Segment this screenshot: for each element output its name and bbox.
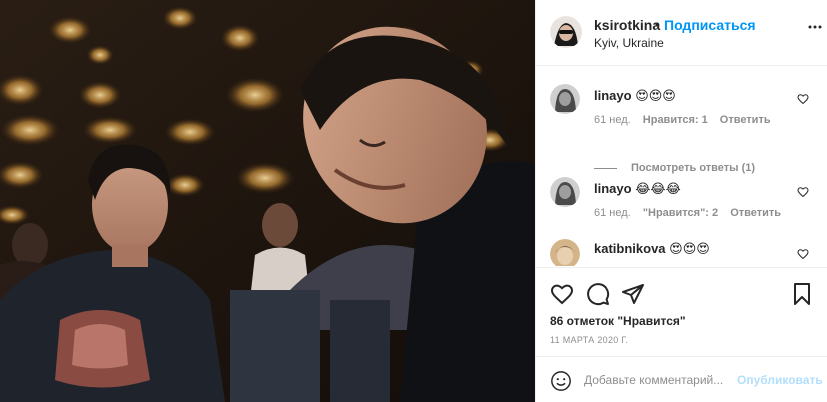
share-icon[interactable] bbox=[621, 282, 645, 306]
post-date[interactable]: 11 МАРТА 2020 Г. bbox=[550, 335, 628, 345]
likes-count[interactable]: 86 отметок "Нравится" bbox=[550, 314, 686, 328]
comment-input[interactable] bbox=[584, 368, 734, 392]
comment-icon[interactable] bbox=[586, 282, 610, 306]
replies-divider bbox=[594, 167, 617, 169]
add-comment-bar: Опубликовать bbox=[536, 356, 827, 402]
comment-username-text[interactable]: linayo bbox=[594, 181, 632, 196]
post-header: ksirotkina • Подписаться Kyiv, Ukraine bbox=[536, 0, 827, 66]
comment-likes[interactable]: Нравится: 1 bbox=[643, 114, 708, 126]
post-dialog: ksirotkina • Подписаться Kyiv, Ukraine l… bbox=[0, 0, 827, 402]
bookmark-icon[interactable] bbox=[790, 282, 814, 306]
heart-icon[interactable] bbox=[797, 186, 809, 198]
heart-icon[interactable] bbox=[797, 93, 809, 105]
heart-icon[interactable] bbox=[550, 282, 574, 306]
comment-likes[interactable]: "Нравится": 2 bbox=[643, 207, 718, 219]
post-details-panel: ksirotkina • Подписаться Kyiv, Ukraine l… bbox=[535, 0, 827, 402]
post-photo[interactable] bbox=[0, 0, 535, 402]
post-comment-button[interactable]: Опубликовать bbox=[737, 373, 823, 387]
reply-button[interactable]: Ответить bbox=[730, 207, 781, 219]
view-replies-label[interactable]: Посмотреть ответы (1) bbox=[631, 162, 755, 174]
post-location[interactable]: Kyiv, Ukraine bbox=[594, 36, 664, 50]
comment-text: 😍😍😍 bbox=[669, 241, 710, 256]
reply-button[interactable]: Ответить bbox=[720, 114, 771, 126]
comment-text: 😂😂😂 bbox=[635, 181, 681, 196]
view-replies-button[interactable]: Посмотреть ответы (1) bbox=[594, 162, 755, 174]
comment-username[interactable]: linayo 😍😍😍 bbox=[594, 88, 676, 104]
comments-list[interactable]: linayo 😍😍😍 61 нед. Нравится: 1 Ответить … bbox=[536, 66, 827, 266]
follow-button[interactable]: Подписаться bbox=[664, 17, 756, 33]
commenter-avatar[interactable] bbox=[550, 177, 580, 207]
author-username[interactable]: ksirotkina bbox=[594, 17, 660, 33]
comment-username-text[interactable]: linayo bbox=[594, 88, 632, 103]
author-avatar[interactable] bbox=[550, 16, 582, 48]
post-actions: 86 отметок "Нравится" 11 МАРТА 2020 Г. bbox=[536, 267, 827, 366]
comment-age[interactable]: 61 нед. bbox=[594, 114, 631, 126]
commenter-avatar[interactable] bbox=[550, 239, 580, 266]
header-separator: • bbox=[655, 16, 660, 32]
comment-username-text[interactable]: katibnikova bbox=[594, 241, 666, 256]
commenter-avatar[interactable] bbox=[550, 84, 580, 114]
comment-meta: 61 нед. Нравится: 1 Ответить bbox=[594, 114, 780, 126]
emoji-icon[interactable] bbox=[550, 370, 572, 392]
heart-icon[interactable] bbox=[797, 248, 809, 260]
comment-username[interactable]: linayo 😂😂😂 bbox=[594, 181, 681, 197]
more-horizontal-icon[interactable] bbox=[808, 20, 822, 34]
comment-meta: 61 нед. "Нравится": 2 Ответить bbox=[594, 207, 790, 219]
comment-text: 😍😍😍 bbox=[635, 88, 676, 103]
comment-age[interactable]: 61 нед. bbox=[594, 207, 631, 219]
photo-illustration bbox=[0, 0, 535, 402]
comment-username[interactable]: katibnikova 😍😍😍 bbox=[594, 241, 710, 257]
